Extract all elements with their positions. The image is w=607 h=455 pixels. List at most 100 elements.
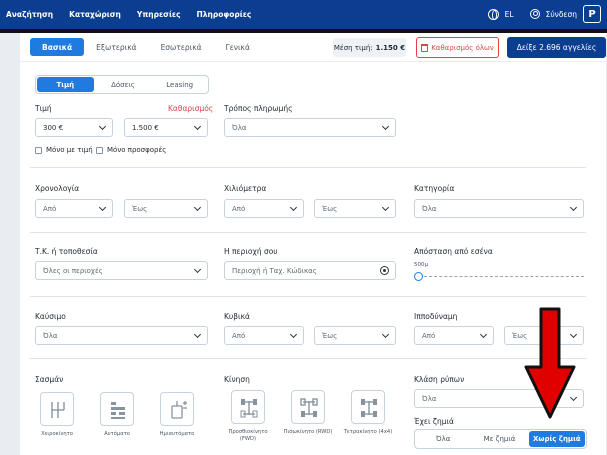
emission-value: Όλα [422,394,437,403]
filter-tabs-bar: Βασικά Εξωτερικά Εσωτερικά Γενικά Μέση τ… [20,33,606,61]
trash-icon [421,43,429,52]
price-label: Τιμή [35,104,52,113]
gearbox-automatic-caption: Αυτόματο [104,431,130,437]
tab-interior[interactable]: Εσωτερικά [149,38,214,56]
cc-to-value: Έως [322,331,338,340]
drive-4x4-option[interactable] [351,390,385,424]
area-label: Η περιοχή σου [224,247,278,256]
cc-from-select[interactable]: Από [224,326,304,345]
price-mode-selector: Τιμή Δόσεις Leasing [35,75,209,94]
nav-search[interactable]: Αναζήτηση [6,10,53,19]
fuel-select[interactable]: Όλα [35,326,208,345]
payment-select[interactable]: Όλα [224,118,396,137]
fwd-drive-icon [240,399,258,418]
drive-fwd-option[interactable] [231,390,265,424]
price-mode-installments[interactable]: Δόσεις [95,76,152,93]
location-select[interactable]: Όλες οι περιοχές [35,261,208,280]
chevron-down-icon [98,203,107,212]
nav-services[interactable]: Υπηρεσίες [137,10,181,19]
chevron-down-icon [193,203,202,212]
year-from-value: Από [43,204,57,213]
location-value: Όλες οι περιοχές [43,266,103,275]
drive-label: Κίνηση [224,375,250,384]
damage-label: Έχει ζημιά [414,417,454,426]
section-divider [30,232,586,233]
price-mode-price[interactable]: Τιμή [37,77,94,92]
gearbox-manual-option[interactable] [40,392,74,426]
tab-general[interactable]: Γενικά [214,38,262,56]
fuel-label: Καύσιμο [35,312,66,321]
damage-selector: Όλα Με ζημιά Χωρίς ζημιά [414,429,587,449]
language-label[interactable]: EL [505,10,514,19]
globe-icon[interactable] [487,8,499,21]
gearbox-automatic-option[interactable] [100,392,134,426]
only-with-price-label[interactable]: Μόνο με τιμή [46,146,93,154]
slider-handle[interactable] [414,272,423,281]
price-mode-leasing[interactable]: Leasing [151,76,208,93]
automatic-gear-icon [111,402,125,419]
drive-4x4-caption: Τετρακίνητο (4x4) [343,429,393,435]
nav-listing[interactable]: Καταχώριση [69,10,121,19]
tab-basic[interactable]: Βασικά [30,38,85,56]
hp-from-value: Από [422,331,436,340]
year-to-select[interactable]: Έως [124,199,208,218]
hp-from-select[interactable]: Από [414,326,494,345]
gearbox-semiauto-option[interactable] [160,392,194,426]
average-price-label: Μέση τιμή: [333,43,373,52]
awd-drive-icon [361,399,377,417]
cc-to-select[interactable]: Έως [314,326,396,345]
km-from-select[interactable]: Από [224,199,304,218]
drive-rwd-option[interactable] [291,390,325,424]
show-results-button[interactable]: Δείξε 2.696 αγγελίες [507,37,606,58]
user-icon[interactable] [529,9,540,19]
only-with-price-checkbox[interactable] [35,147,42,154]
locate-icon[interactable] [380,266,389,275]
top-navbar: Αναζήτηση Καταχώριση Υπηρεσίες Πληροφορί… [0,0,607,29]
login-link[interactable]: Σύνδεση [546,10,577,19]
fuel-value: Όλα [43,331,58,340]
nav-info[interactable]: Πληροφορίες [197,10,252,19]
semiauto-gear-icon [171,401,187,419]
price-clear-link[interactable]: Καθαρισμός [168,104,213,113]
hp-label: Ιπποδύναμη [414,312,458,321]
price-to-select[interactable]: 1.500 € [124,118,208,137]
price-from-value: 300 € [43,123,64,132]
rwd-drive-icon [300,398,318,417]
gearbox-manual-caption: Χειροκίνητο [41,431,73,437]
chevron-down-icon [569,203,578,212]
emission-label: Κλάση ρύπων [414,375,465,384]
km-to-value: Έως [322,204,338,213]
category-label: Κατηγορία [414,184,455,193]
distance-slider[interactable] [414,272,584,282]
filters-panel: Τιμή Δόσεις Leasing Τιμή Καθαρισμός 300 … [20,62,606,455]
top-nav: Αναζήτηση Καταχώριση Υπηρεσίες Πληροφορί… [6,10,251,19]
cc-from-value: Από [232,331,246,340]
chevron-down-icon [98,122,107,131]
red-arrow-annotation [524,307,576,419]
tab-exterior[interactable]: Εξωτερικά [84,38,148,56]
chevron-down-icon [479,330,488,339]
damage-without[interactable]: Χωρίς ζημιά [528,431,585,447]
clear-all-button[interactable]: Καθαρισμός όλων [416,37,499,58]
slider-track[interactable] [419,276,584,277]
year-from-select[interactable]: Από [35,199,113,218]
damage-with[interactable]: Με ζημιά [471,430,527,448]
chevron-down-icon [381,330,390,339]
area-input[interactable]: Περιοχή ή Ταχ. Κώδικας [224,261,396,280]
chevron-down-icon [193,330,202,339]
category-select[interactable]: Όλα [414,199,584,218]
only-offers-label[interactable]: Μόνο προσφορές [107,146,166,154]
manual-gear-icon [51,402,65,418]
drive-fwd-caption: Προσθιοκίνητο (FWD) [228,429,268,442]
category-value: Όλα [422,204,437,213]
gearbox-label: Σασμάν [35,375,64,384]
brand-logo[interactable]: P [583,5,601,23]
only-offers-checkbox[interactable] [96,147,103,154]
chevron-down-icon [193,122,202,131]
chevron-down-icon [381,203,390,212]
km-to-select[interactable]: Έως [314,199,396,218]
drive-rwd-caption: Πισωκίνητο (RWD) [283,429,333,435]
price-from-select[interactable]: 300 € [35,118,113,137]
damage-all[interactable]: Όλα [415,430,471,448]
area-placeholder: Περιοχή ή Ταχ. Κώδικας [232,266,317,275]
